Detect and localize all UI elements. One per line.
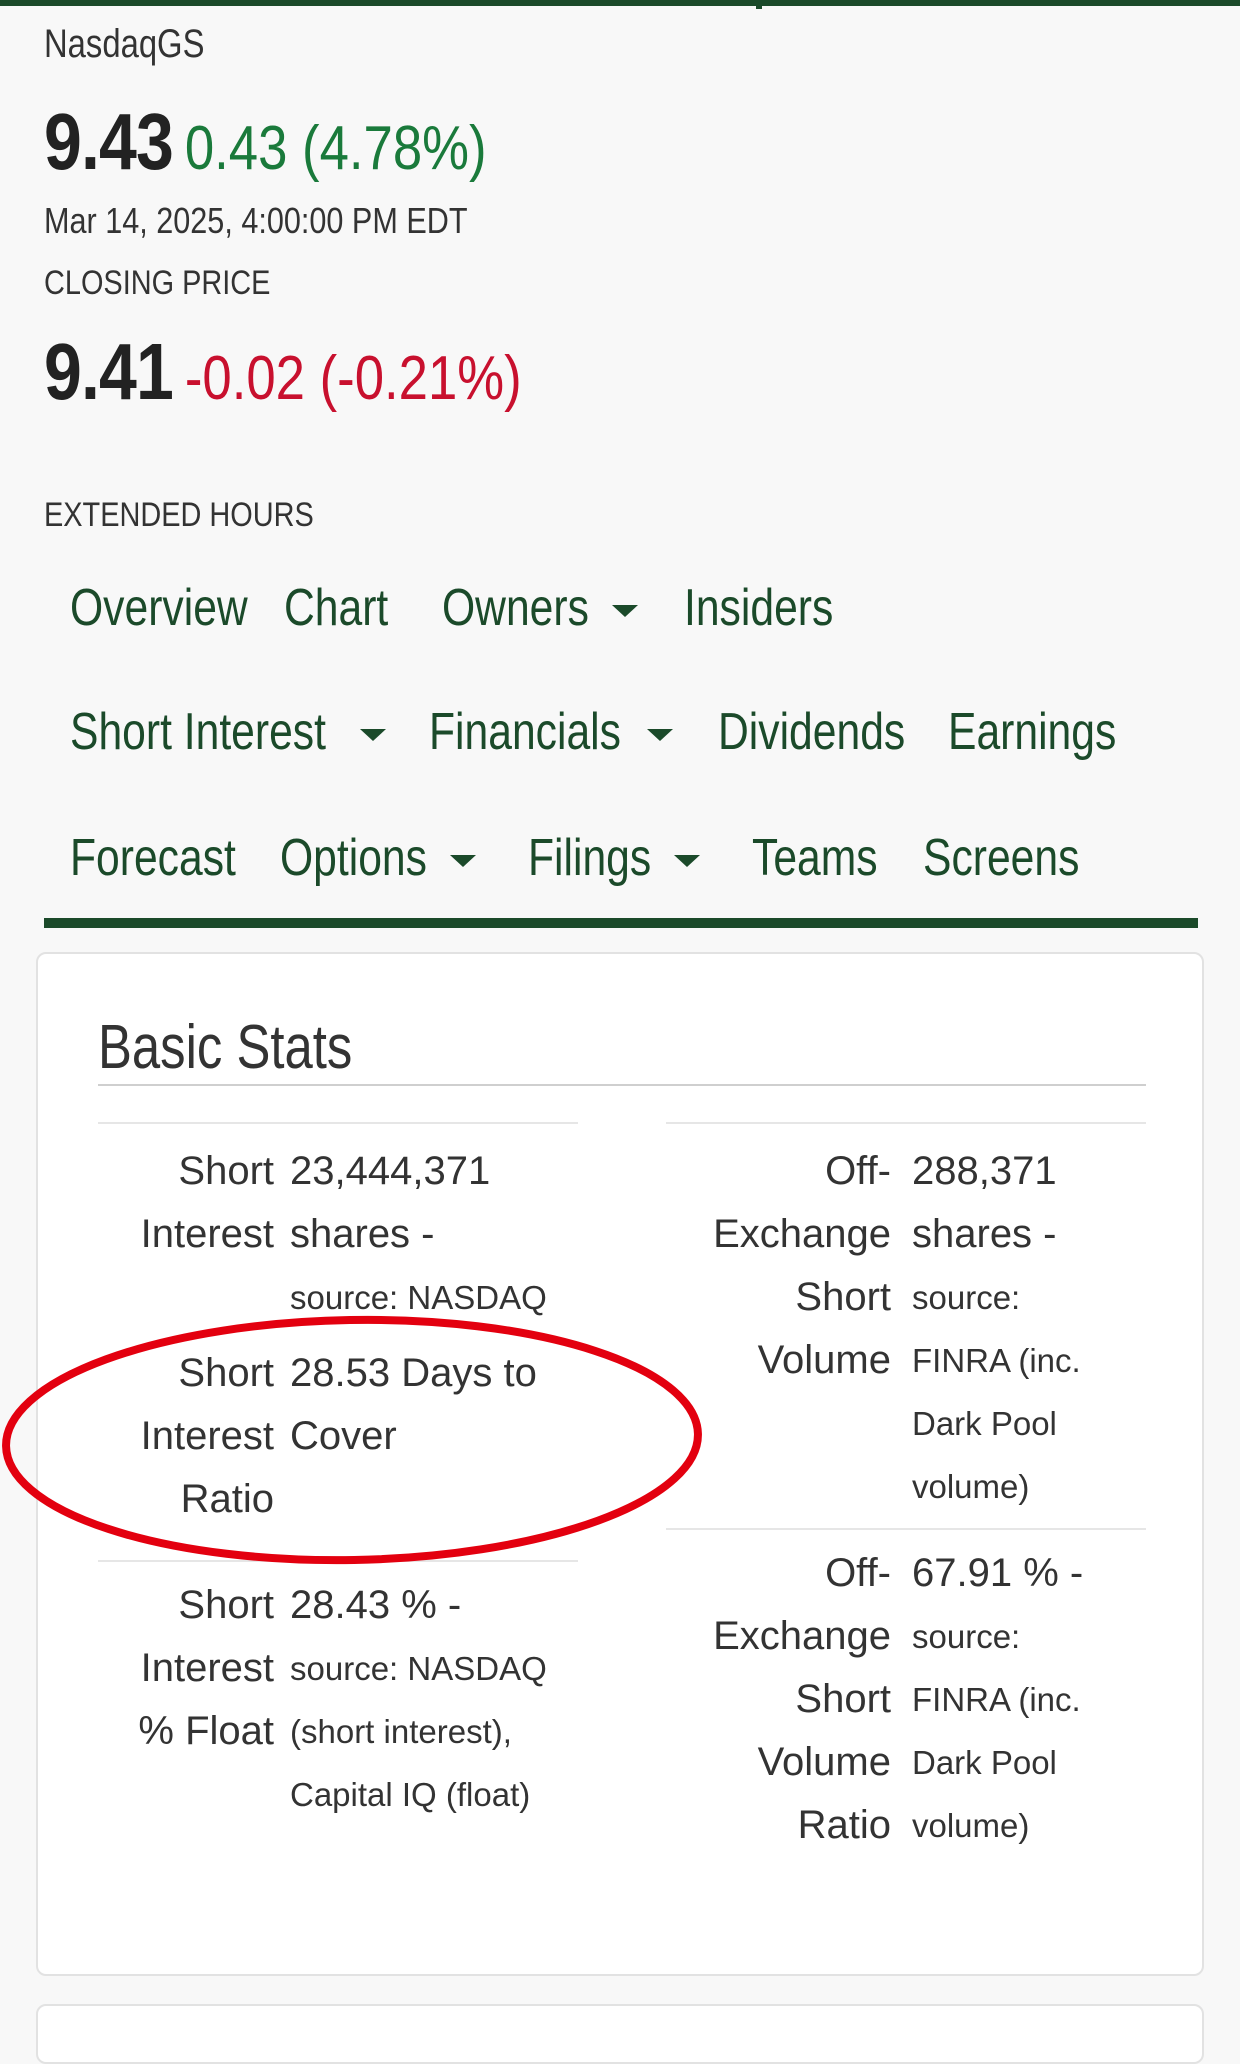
nav-forecast[interactable]: Forecast <box>70 828 276 888</box>
stat-row-short-interest-float: Short Interest % Float 28.43 % - source:… <box>98 1560 578 1822</box>
nav-screens[interactable]: Screens <box>923 828 1079 888</box>
extended-change: -0.02 (-0.21%) <box>184 344 522 413</box>
nav-underline <box>44 918 1198 928</box>
extended-price: 9.41 <box>44 327 174 416</box>
title-divider <box>98 1084 1146 1086</box>
chevron-down-icon <box>647 729 674 742</box>
price-row: 9.43 0.43 (4.78%) <box>44 96 487 188</box>
nav-earnings[interactable]: Earnings <box>948 702 1116 762</box>
closing-price-label: CLOSING PRICE <box>44 264 271 302</box>
stat-value: 28.53 Days to Cover <box>290 1351 537 1458</box>
stat-label: Short Interest % Float <box>138 1583 274 1753</box>
nav-overview[interactable]: Overview <box>70 578 280 638</box>
stat-value: 67.91 % - source: FINRA (inc. Dark Pool … <box>912 1551 1084 1844</box>
nav-short-interest[interactable]: Short Interest <box>70 702 425 762</box>
nav-options[interactable]: Options <box>280 828 523 888</box>
chevron-down-icon <box>673 855 700 868</box>
stat-value: 288,371 shares - source: FINRA (inc. Dar… <box>912 1149 1081 1505</box>
basic-stats-card: Basic Stats Short Interest 23,444,371 sh… <box>36 952 1204 1976</box>
quote-timestamp: Mar 14, 2025, 4:00:00 PM EDT <box>44 200 468 241</box>
stat-label: Off- Exchange Short Volume Ratio <box>713 1551 891 1847</box>
stat-row-off-exchange-short-volume-ratio: Off- Exchange Short Volume Ratio 67.91 %… <box>666 1528 1146 1860</box>
stats-column-right: Off- Exchange Short Volume 288,371 share… <box>666 1122 1146 1860</box>
chevron-down-icon <box>450 855 477 868</box>
extended-price-row: 9.41 -0.02 (-0.21%) <box>44 326 522 418</box>
nav-row-3: Forecast Options Filings Teams Screens <box>70 828 1079 888</box>
next-card <box>36 2004 1204 2064</box>
stat-label: Short Interest Ratio <box>140 1351 274 1521</box>
chevron-down-icon <box>611 605 638 618</box>
last-price: 9.43 <box>44 97 174 186</box>
nav-row-2: Short Interest Financials Dividends Earn… <box>70 702 1117 762</box>
extended-hours-label: EXTENDED HOURS <box>44 496 314 534</box>
stat-label: Off- Exchange Short Volume <box>713 1149 891 1382</box>
basic-stats-title: Basic Stats <box>98 1013 353 1082</box>
stat-row-short-interest: Short Interest 23,444,371 shares - sourc… <box>98 1122 578 1342</box>
nav-owners[interactable]: Owners <box>442 578 680 638</box>
nav-dividends[interactable]: Dividends <box>718 702 944 762</box>
stats-column-left: Short Interest 23,444,371 shares - sourc… <box>98 1122 578 1822</box>
nav-row-1: Overview Chart Owners Insiders <box>70 578 844 638</box>
stat-value: 23,444,371 shares - source: NASDAQ <box>290 1149 547 1316</box>
top-bar <box>0 0 1240 9</box>
nav-insiders[interactable]: Insiders <box>684 578 844 638</box>
nav-filings[interactable]: Filings <box>528 828 748 888</box>
nav-chart[interactable]: Chart <box>284 578 437 638</box>
chevron-down-icon <box>360 729 386 742</box>
nav-teams[interactable]: Teams <box>752 828 918 888</box>
exchange-label: NasdaqGS <box>44 22 205 66</box>
stat-label: Short Interest <box>140 1149 274 1256</box>
stat-row-off-exchange-short-volume: Off- Exchange Short Volume 288,371 share… <box>666 1122 1146 1528</box>
stat-row-short-interest-ratio: Short Interest Ratio 28.53 Days to Cover <box>98 1342 578 1560</box>
nav-financials[interactable]: Financials <box>429 702 713 762</box>
stat-value: 28.43 % - source: NASDAQ (short interest… <box>290 1583 547 1813</box>
price-change: 0.43 (4.78%) <box>184 114 487 183</box>
top-bar-nub <box>756 6 762 9</box>
